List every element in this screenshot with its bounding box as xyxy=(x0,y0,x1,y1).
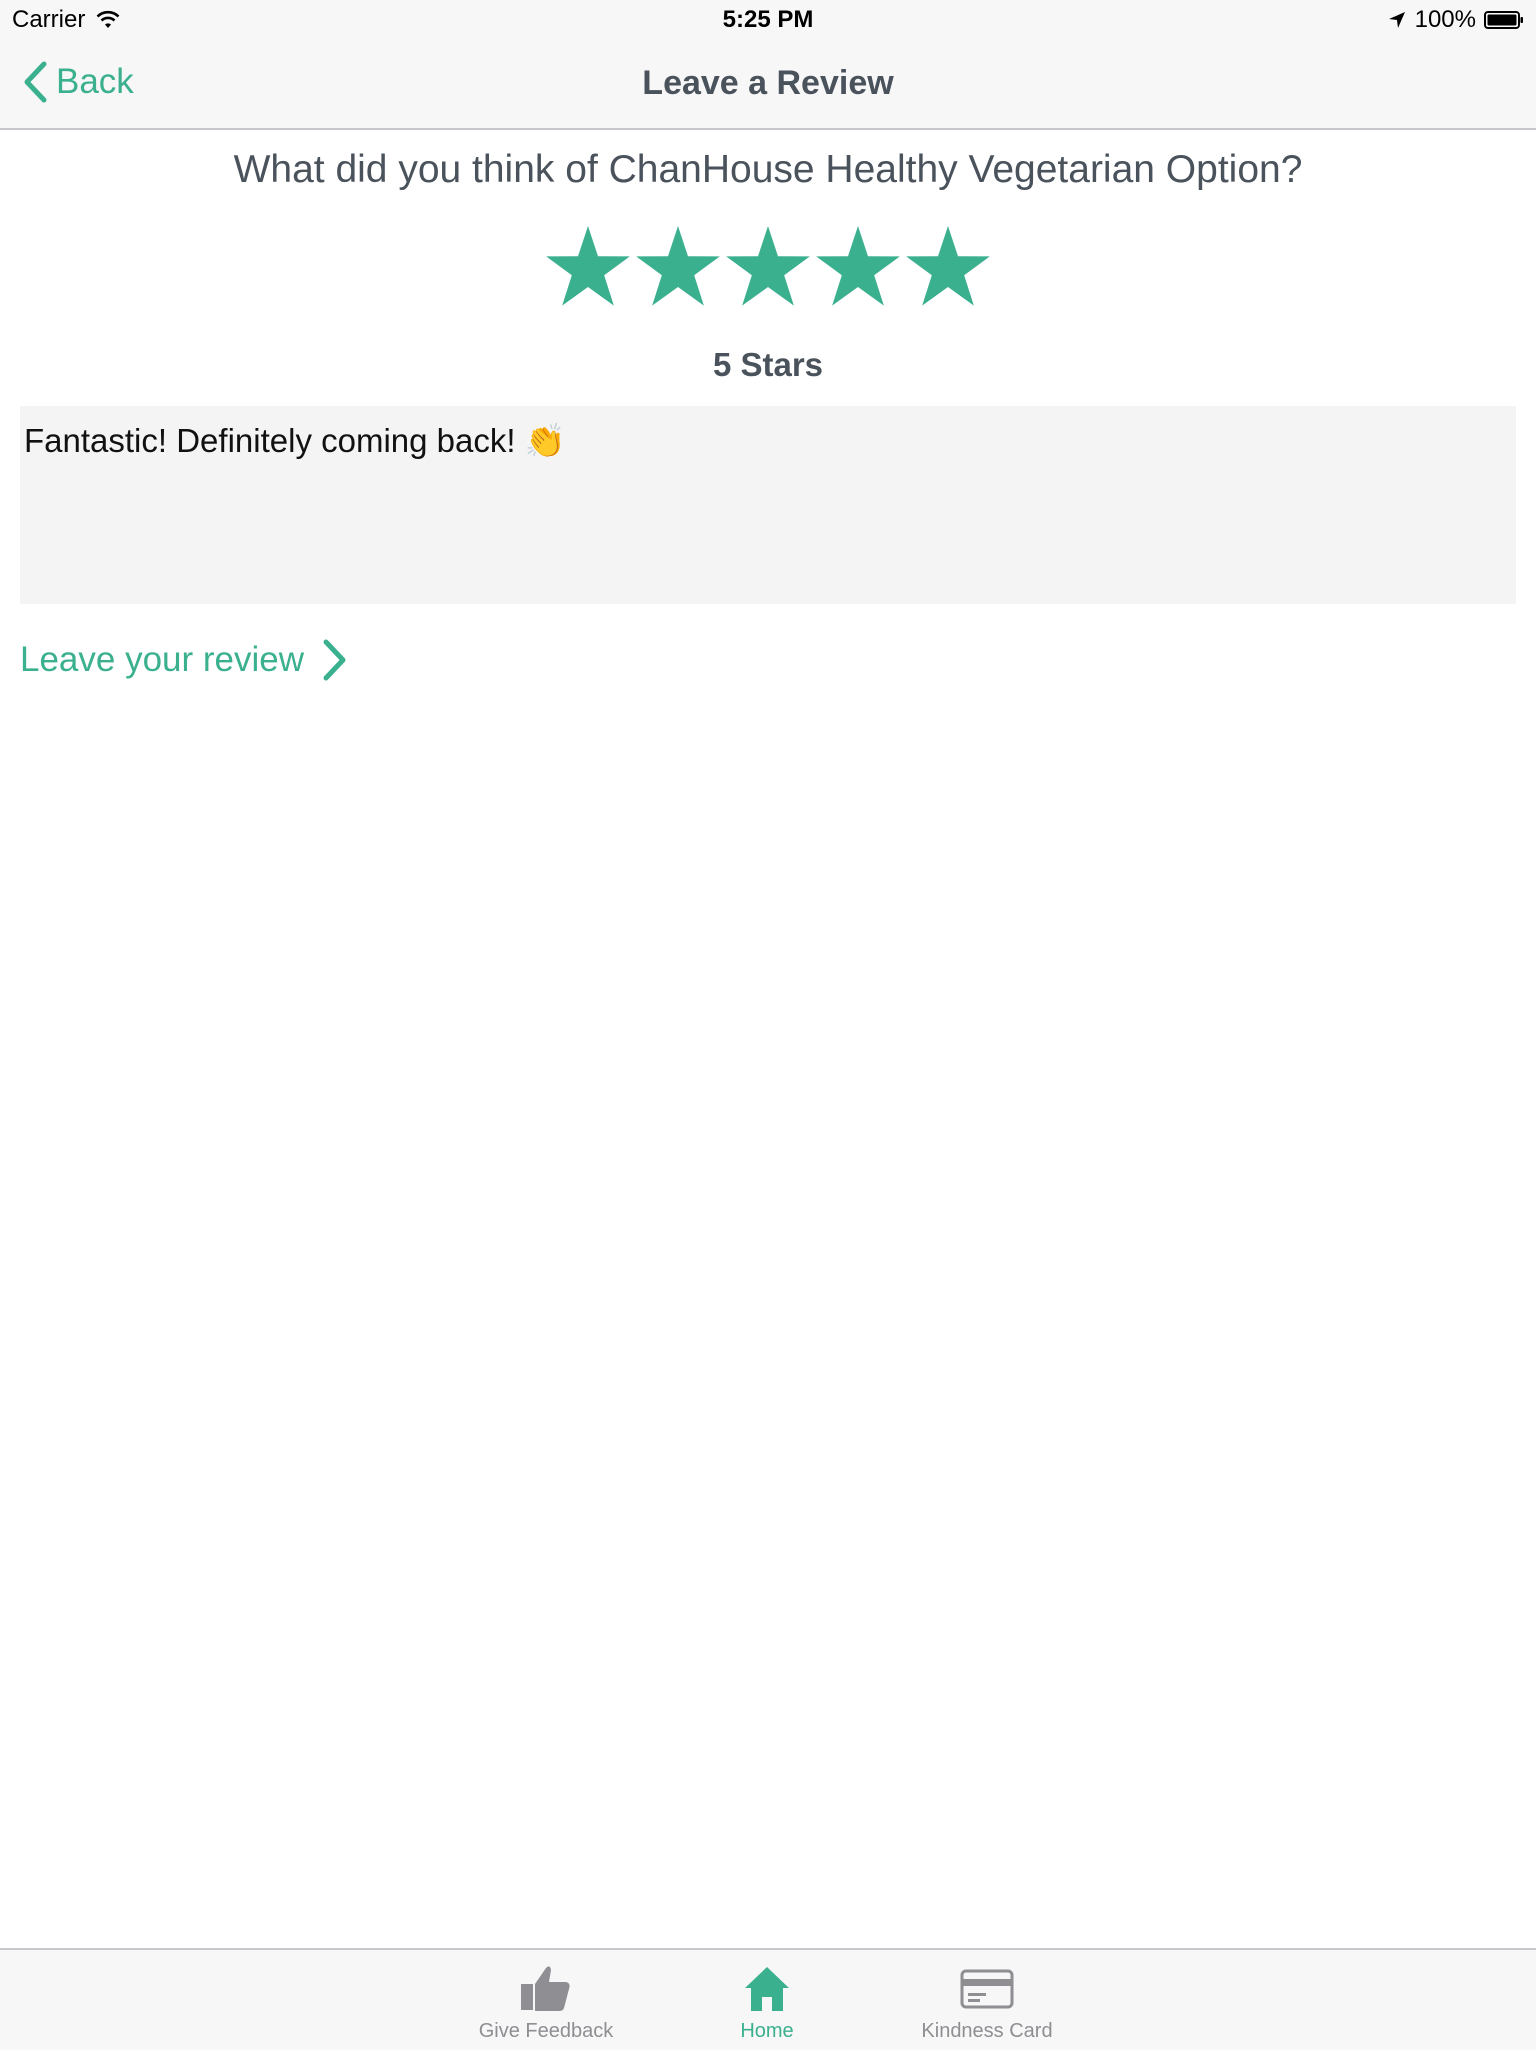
tab-kindness-card[interactable]: Kindness Card xyxy=(877,1964,1097,2043)
card-icon xyxy=(960,1969,1014,2009)
location-arrow-icon xyxy=(1388,12,1405,28)
rating-label: 5 Stars xyxy=(712,346,824,383)
tab-give-feedback[interactable]: Give Feedback xyxy=(436,1964,656,2043)
status-bar: Carrier 5:25 PM 100% xyxy=(0,0,1536,40)
thumbs-up-icon xyxy=(521,1966,570,2011)
tab-label: Give Feedback xyxy=(478,2020,614,2042)
star-icon[interactable] xyxy=(904,224,992,312)
chevron-right-icon xyxy=(323,639,346,681)
star-icon[interactable] xyxy=(634,224,722,312)
battery-icon xyxy=(1484,11,1523,29)
navigation-bar: Back Leave a Review xyxy=(0,40,1536,130)
leave-review-button[interactable]: Leave your review xyxy=(20,638,348,682)
leave-review-label: Leave your review xyxy=(20,640,305,679)
review-question: What did you think of ChanHouse Healthy … xyxy=(233,148,1303,191)
battery-percent: 100% xyxy=(1414,6,1476,33)
star-icon[interactable] xyxy=(814,224,902,312)
star-rating[interactable] xyxy=(544,224,992,312)
home-icon xyxy=(745,1967,789,2011)
status-right: 100% xyxy=(1387,6,1524,34)
tab-label: Kindness Card xyxy=(921,2020,1053,2042)
status-time: 5:25 PM xyxy=(722,6,814,33)
tab-home[interactable]: Home xyxy=(657,1964,877,2043)
page-title: Leave a Review xyxy=(642,64,894,102)
tab-bar: Give Feedback Home Kindness Card xyxy=(0,1948,1536,2050)
review-text-area[interactable]: Fantastic! Definitely coming back! 👏 xyxy=(20,406,1516,604)
star-icon[interactable] xyxy=(724,224,812,312)
tab-label: Home xyxy=(740,2020,794,2042)
star-icon[interactable] xyxy=(544,224,632,312)
